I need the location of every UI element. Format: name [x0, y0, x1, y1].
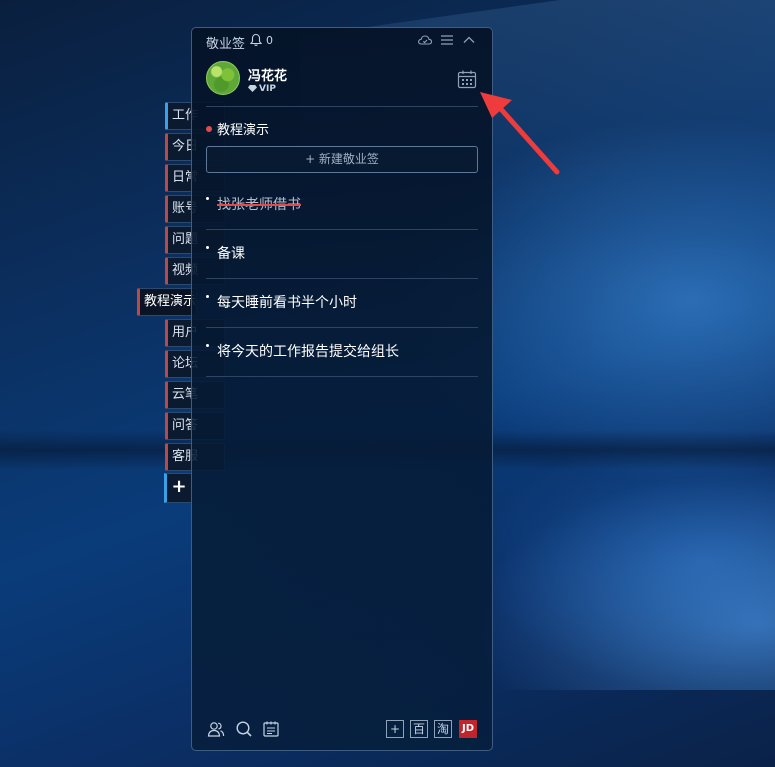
notes-icon[interactable] [262, 720, 280, 738]
sticky-notes-panel: 敬业签 0 冯花花 VIP 教程演示 + 新建敬业签 找张老师借书 备课 每天睡… [191, 27, 493, 751]
todo-bullet [206, 197, 209, 200]
todo-bullet [206, 344, 209, 347]
todo-bullet [206, 246, 209, 249]
notification-count: 0 [266, 34, 273, 47]
vip-badge: VIP [248, 84, 276, 94]
category-name: 教程演示 [217, 123, 270, 138]
username: 冯花花 [248, 69, 288, 84]
profile-divider [206, 106, 478, 107]
todo-bullet [206, 295, 209, 298]
menu-icon[interactable] [439, 32, 455, 48]
chevron-up-icon[interactable] [461, 32, 477, 48]
todo-item[interactable]: 备课 [206, 230, 478, 279]
annotation-arrow [480, 92, 560, 175]
add-category-button[interactable]: + [164, 473, 192, 503]
todo-item[interactable]: 每天睡前看书半个小时 [206, 279, 478, 328]
avatar[interactable] [206, 61, 240, 95]
category-dot [206, 126, 212, 132]
vip-label: VIP [259, 84, 276, 94]
todo-text: 备课 [217, 246, 245, 262]
title-bar: 敬业签 0 [192, 28, 492, 52]
baidu-button[interactable]: 百 [410, 720, 428, 738]
jd-button[interactable]: JD [459, 720, 477, 738]
desktop-light-glow [470, 470, 775, 690]
new-note-button[interactable]: + 新建敬业签 [206, 146, 478, 173]
todo-item[interactable]: 将今天的工作报告提交给组长 [206, 328, 478, 377]
category-title: 教程演示 [206, 119, 269, 138]
search-icon[interactable] [235, 720, 253, 738]
panel-footer: + 百 淘 JD [192, 710, 492, 750]
add-app-button[interactable]: + [386, 720, 404, 738]
app-name: 敬业签 [206, 37, 246, 52]
bell-icon[interactable] [249, 33, 263, 47]
side-tab-tutorial-demo[interactable]: 教程演示 [137, 288, 197, 316]
cloud-sync-icon[interactable] [417, 32, 433, 48]
todo-text: 找张老师借书 [217, 197, 301, 213]
todo-text: 每天睡前看书半个小时 [217, 295, 357, 311]
diamond-icon [248, 85, 257, 92]
contacts-icon[interactable] [207, 720, 225, 738]
taobao-button[interactable]: 淘 [434, 720, 452, 738]
todo-text: 将今天的工作报告提交给组长 [217, 344, 399, 360]
todo-item[interactable]: 找张老师借书 [206, 181, 478, 230]
